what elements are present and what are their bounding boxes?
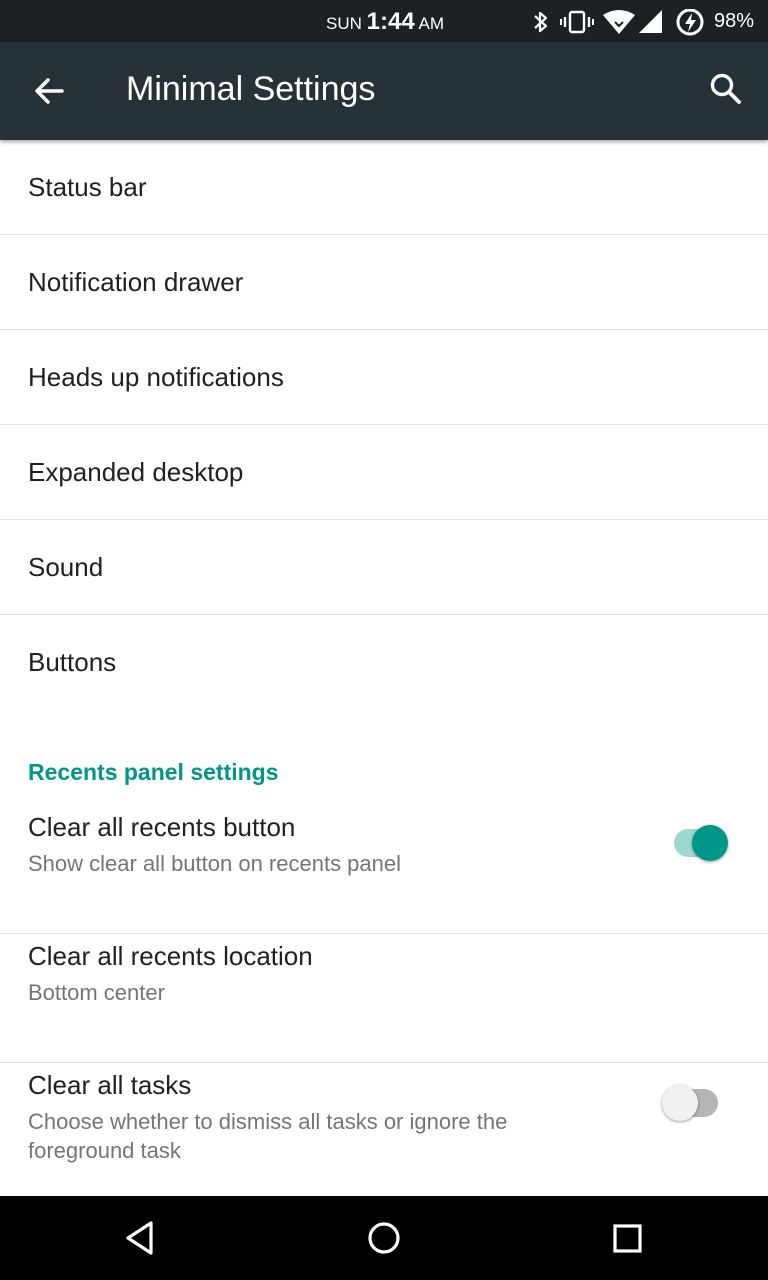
navigation-bar xyxy=(0,1196,768,1280)
arrow-back-icon xyxy=(35,78,64,104)
setting-title: Clear all recents location xyxy=(28,941,313,971)
page-title: Minimal Settings xyxy=(126,70,376,108)
toggle-thumb xyxy=(662,1085,698,1121)
section-header-recents: Recents panel settings xyxy=(0,709,768,805)
nav-back-button[interactable] xyxy=(116,1214,164,1262)
settings-item-label: Buttons xyxy=(28,647,117,677)
home-circle-icon xyxy=(368,1222,400,1254)
battery-charging-icon xyxy=(676,9,704,36)
vibrate-icon xyxy=(560,10,594,34)
back-button[interactable] xyxy=(22,64,76,118)
settings-item-label: Sound xyxy=(28,552,104,582)
wifi-icon xyxy=(603,10,635,34)
setting-summary: Bottom center xyxy=(28,980,165,1005)
nav-home-button[interactable] xyxy=(360,1214,408,1262)
nav-recents-button[interactable] xyxy=(603,1214,651,1262)
settings-item-notification-drawer[interactable]: Notification drawer xyxy=(0,235,768,330)
status-time: 1:44 xyxy=(366,8,415,35)
setting-title: Clear all recents button xyxy=(28,812,296,842)
back-triangle-icon xyxy=(126,1221,153,1255)
search-icon xyxy=(710,73,741,104)
settings-item-buttons[interactable]: Buttons xyxy=(0,615,768,709)
battery-percent: 98% xyxy=(714,10,755,32)
settings-item-sound[interactable]: Sound xyxy=(0,520,768,615)
settings-item-clear-all-button[interactable]: Clear all recents button Show clear all … xyxy=(0,805,768,934)
status-clock: SUN 1:44 AM xyxy=(326,8,444,36)
section-header-label: Recents panel settings xyxy=(28,759,279,785)
search-button[interactable] xyxy=(700,64,752,116)
settings-item-status-bar[interactable]: Status bar xyxy=(0,140,768,235)
settings-item-label: Status bar xyxy=(28,172,147,202)
cell-signal-icon xyxy=(639,10,662,33)
clear-all-tasks-toggle[interactable] xyxy=(662,1083,726,1123)
status-day: SUN xyxy=(326,14,362,33)
toggle-thumb xyxy=(692,825,728,861)
status-ampm: AM xyxy=(418,14,444,33)
setting-summary: Choose whether to dismiss all tasks or i… xyxy=(28,1109,508,1163)
setting-title: Clear all tasks xyxy=(28,1070,192,1100)
settings-list: Status bar Notification drawer Heads up … xyxy=(0,140,768,1220)
settings-item-clear-all-location[interactable]: Clear all recents location Bottom center xyxy=(0,934,768,1063)
clear-all-button-toggle[interactable] xyxy=(670,823,734,863)
status-bar: SUN 1:44 AM 98% xyxy=(0,0,768,42)
app-toolbar: Minimal Settings xyxy=(0,42,768,140)
recents-square-icon xyxy=(613,1224,642,1253)
settings-item-label: Expanded desktop xyxy=(28,457,244,487)
bluetooth-icon xyxy=(534,11,548,33)
settings-item-label: Notification drawer xyxy=(28,267,244,297)
settings-item-expanded-desktop[interactable]: Expanded desktop xyxy=(0,425,768,520)
settings-item-label: Heads up notifications xyxy=(28,362,284,392)
setting-summary: Show clear all button on recents panel xyxy=(28,851,402,876)
settings-item-heads-up[interactable]: Heads up notifications xyxy=(0,330,768,425)
